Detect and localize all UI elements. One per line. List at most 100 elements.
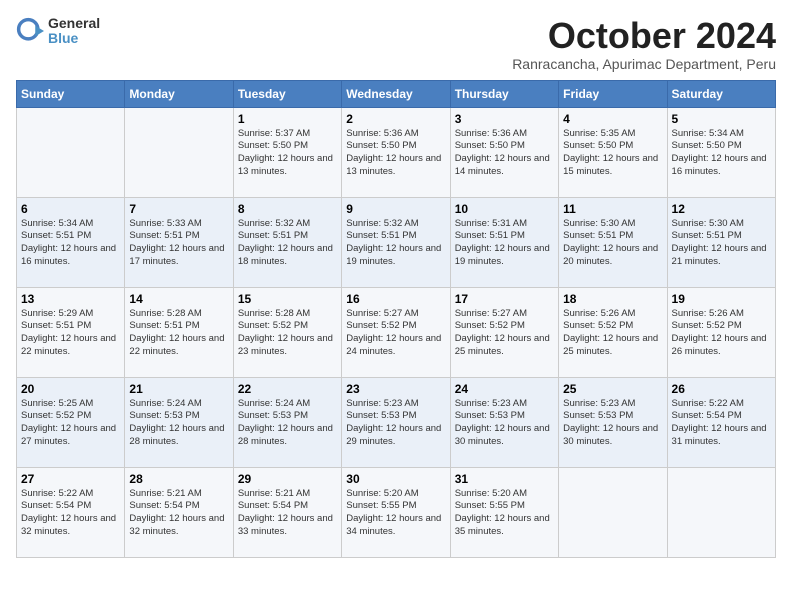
calendar-cell: 10 Sunrise: 5:31 AMSunset: 5:51 PMDayligh…: [450, 197, 558, 287]
calendar-cell: 15Sunrise: 5:28 AMSunset: 5:52 PMDayligh…: [233, 287, 341, 377]
calendar-cell: 7 Sunrise: 5:33 AMSunset: 5:51 PMDaylight…: [125, 197, 233, 287]
weekday-header-tuesday: Tuesday: [233, 80, 341, 107]
day-number: 16: [346, 292, 445, 306]
calendar-cell: 2 Sunrise: 5:36 AMSunset: 5:50 PMDaylight…: [342, 107, 450, 197]
cell-info: Sunrise: 5:22 AMSunset: 5:54 PMDaylight:…: [672, 398, 771, 449]
day-number: 13: [21, 292, 120, 306]
calendar-cell: 23Sunrise: 5:23 AMSunset: 5:53 PMDayligh…: [342, 377, 450, 467]
weekday-header-wednesday: Wednesday: [342, 80, 450, 107]
cell-info: Sunrise: 5:26 AMSunset: 5:52 PMDaylight:…: [563, 308, 662, 359]
day-number: 19: [672, 292, 771, 306]
cell-info: Sunrise: 5:25 AMSunset: 5:52 PMDaylight:…: [21, 398, 120, 449]
month-title: October 2024: [512, 16, 776, 56]
calendar-cell: 28 Sunrise: 5:21 AMSunset: 5:54 PMDayligh…: [125, 467, 233, 557]
day-number: 21: [129, 382, 228, 396]
calendar-cell: 16Sunrise: 5:27 AMSunset: 5:52 PMDayligh…: [342, 287, 450, 377]
calendar-cell: [667, 467, 775, 557]
day-number: 4: [563, 112, 662, 126]
day-number: 31: [455, 472, 554, 486]
cell-info: Sunrise: 5:21 AMSunset: 5:54 PMDaylight:…: [129, 488, 228, 539]
weekday-header-monday: Monday: [125, 80, 233, 107]
calendar-cell: 29 Sunrise: 5:21 AMSunset: 5:54 PMDayligh…: [233, 467, 341, 557]
weekday-header-saturday: Saturday: [667, 80, 775, 107]
day-number: 2: [346, 112, 445, 126]
cell-info: Sunrise: 5:28 AMSunset: 5:52 PMDaylight:…: [238, 308, 337, 359]
day-number: 29: [238, 472, 337, 486]
day-number: 27: [21, 472, 120, 486]
calendar-cell: 24 Sunrise: 5:23 AMSunset: 5:53 PMDayligh…: [450, 377, 558, 467]
cell-info: Sunrise: 5:32 AMSunset: 5:51 PMDaylight:…: [346, 218, 445, 269]
day-number: 8: [238, 202, 337, 216]
calendar-cell: 11 Sunrise: 5:30 AMSunset: 5:51 PMDayligh…: [559, 197, 667, 287]
cell-info: Sunrise: 5:23 AMSunset: 5:53 PMDaylight:…: [455, 398, 554, 449]
cell-info: Sunrise: 5:26 AMSunset: 5:52 PMDaylight:…: [672, 308, 771, 359]
day-number: 10: [455, 202, 554, 216]
weekday-header-row: SundayMondayTuesdayWednesdayThursdayFrid…: [17, 80, 776, 107]
cell-info: Sunrise: 5:30 AMSunset: 5:51 PMDaylight:…: [563, 218, 662, 269]
calendar-cell: 22Sunrise: 5:24 AMSunset: 5:53 PMDayligh…: [233, 377, 341, 467]
calendar-cell: 20Sunrise: 5:25 AMSunset: 5:52 PMDayligh…: [17, 377, 125, 467]
logo-icon: [16, 17, 44, 45]
day-number: 9: [346, 202, 445, 216]
calendar-cell: 18 Sunrise: 5:26 AMSunset: 5:52 PMDayligh…: [559, 287, 667, 377]
cell-info: Sunrise: 5:23 AMSunset: 5:53 PMDaylight:…: [346, 398, 445, 449]
week-row-5: 27 Sunrise: 5:22 AMSunset: 5:54 PMDayligh…: [17, 467, 776, 557]
calendar-cell: 30Sunrise: 5:20 AMSunset: 5:55 PMDayligh…: [342, 467, 450, 557]
cell-info: Sunrise: 5:27 AMSunset: 5:52 PMDaylight:…: [455, 308, 554, 359]
cell-info: Sunrise: 5:35 AMSunset: 5:50 PMDaylight:…: [563, 128, 662, 179]
calendar-cell: 1 Sunrise: 5:37 AMSunset: 5:50 PMDaylight…: [233, 107, 341, 197]
calendar-cell: [125, 107, 233, 197]
cell-info: Sunrise: 5:20 AMSunset: 5:55 PMDaylight:…: [346, 488, 445, 539]
week-row-4: 20Sunrise: 5:25 AMSunset: 5:52 PMDayligh…: [17, 377, 776, 467]
calendar-cell: 27 Sunrise: 5:22 AMSunset: 5:54 PMDayligh…: [17, 467, 125, 557]
day-number: 6: [21, 202, 120, 216]
day-number: 24: [455, 382, 554, 396]
calendar-cell: 31 Sunrise: 5:20 AMSunset: 5:55 PMDayligh…: [450, 467, 558, 557]
logo-line1: General: [48, 16, 100, 31]
location-subtitle: Ranracancha, Apurimac Department, Peru: [512, 56, 776, 72]
calendar-cell: 25 Sunrise: 5:23 AMSunset: 5:53 PMDayligh…: [559, 377, 667, 467]
day-number: 18: [563, 292, 662, 306]
calendar-cell: 6 Sunrise: 5:34 AMSunset: 5:51 PMDaylight…: [17, 197, 125, 287]
cell-info: Sunrise: 5:31 AMSunset: 5:51 PMDaylight:…: [455, 218, 554, 269]
calendar-cell: 12Sunrise: 5:30 AMSunset: 5:51 PMDayligh…: [667, 197, 775, 287]
cell-info: Sunrise: 5:22 AMSunset: 5:54 PMDaylight:…: [21, 488, 120, 539]
day-number: 14: [129, 292, 228, 306]
cell-info: Sunrise: 5:23 AMSunset: 5:53 PMDaylight:…: [563, 398, 662, 449]
calendar-cell: [17, 107, 125, 197]
cell-info: Sunrise: 5:33 AMSunset: 5:51 PMDaylight:…: [129, 218, 228, 269]
day-number: 7: [129, 202, 228, 216]
cell-info: Sunrise: 5:30 AMSunset: 5:51 PMDaylight:…: [672, 218, 771, 269]
calendar-cell: [559, 467, 667, 557]
cell-info: Sunrise: 5:34 AMSunset: 5:51 PMDaylight:…: [21, 218, 120, 269]
day-number: 26: [672, 382, 771, 396]
calendar-cell: 3 Sunrise: 5:36 AMSunset: 5:50 PMDaylight…: [450, 107, 558, 197]
day-number: 28: [129, 472, 228, 486]
day-number: 1: [238, 112, 337, 126]
calendar-table: SundayMondayTuesdayWednesdayThursdayFrid…: [16, 80, 776, 558]
cell-info: Sunrise: 5:34 AMSunset: 5:50 PMDaylight:…: [672, 128, 771, 179]
cell-info: Sunrise: 5:28 AMSunset: 5:51 PMDaylight:…: [129, 308, 228, 359]
cell-info: Sunrise: 5:36 AMSunset: 5:50 PMDaylight:…: [346, 128, 445, 179]
title-area: October 2024 Ranracancha, Apurimac Depar…: [512, 16, 776, 72]
cell-info: Sunrise: 5:37 AMSunset: 5:50 PMDaylight:…: [238, 128, 337, 179]
cell-info: Sunrise: 5:36 AMSunset: 5:50 PMDaylight:…: [455, 128, 554, 179]
cell-info: Sunrise: 5:20 AMSunset: 5:55 PMDaylight:…: [455, 488, 554, 539]
weekday-header-thursday: Thursday: [450, 80, 558, 107]
cell-info: Sunrise: 5:24 AMSunset: 5:53 PMDaylight:…: [238, 398, 337, 449]
calendar-cell: 8Sunrise: 5:32 AMSunset: 5:51 PMDaylight…: [233, 197, 341, 287]
calendar-cell: 5Sunrise: 5:34 AMSunset: 5:50 PMDaylight…: [667, 107, 775, 197]
calendar-cell: 21 Sunrise: 5:24 AMSunset: 5:53 PMDayligh…: [125, 377, 233, 467]
day-number: 11: [563, 202, 662, 216]
cell-info: Sunrise: 5:24 AMSunset: 5:53 PMDaylight:…: [129, 398, 228, 449]
day-number: 3: [455, 112, 554, 126]
weekday-header-sunday: Sunday: [17, 80, 125, 107]
cell-info: Sunrise: 5:21 AMSunset: 5:54 PMDaylight:…: [238, 488, 337, 539]
weekday-header-friday: Friday: [559, 80, 667, 107]
calendar-cell: 17Sunrise: 5:27 AMSunset: 5:52 PMDayligh…: [450, 287, 558, 377]
calendar-cell: 9 Sunrise: 5:32 AMSunset: 5:51 PMDaylight…: [342, 197, 450, 287]
day-number: 25: [563, 382, 662, 396]
logo-text: General Blue: [48, 16, 100, 47]
logo-line2: Blue: [48, 31, 100, 46]
cell-info: Sunrise: 5:29 AMSunset: 5:51 PMDaylight:…: [21, 308, 120, 359]
